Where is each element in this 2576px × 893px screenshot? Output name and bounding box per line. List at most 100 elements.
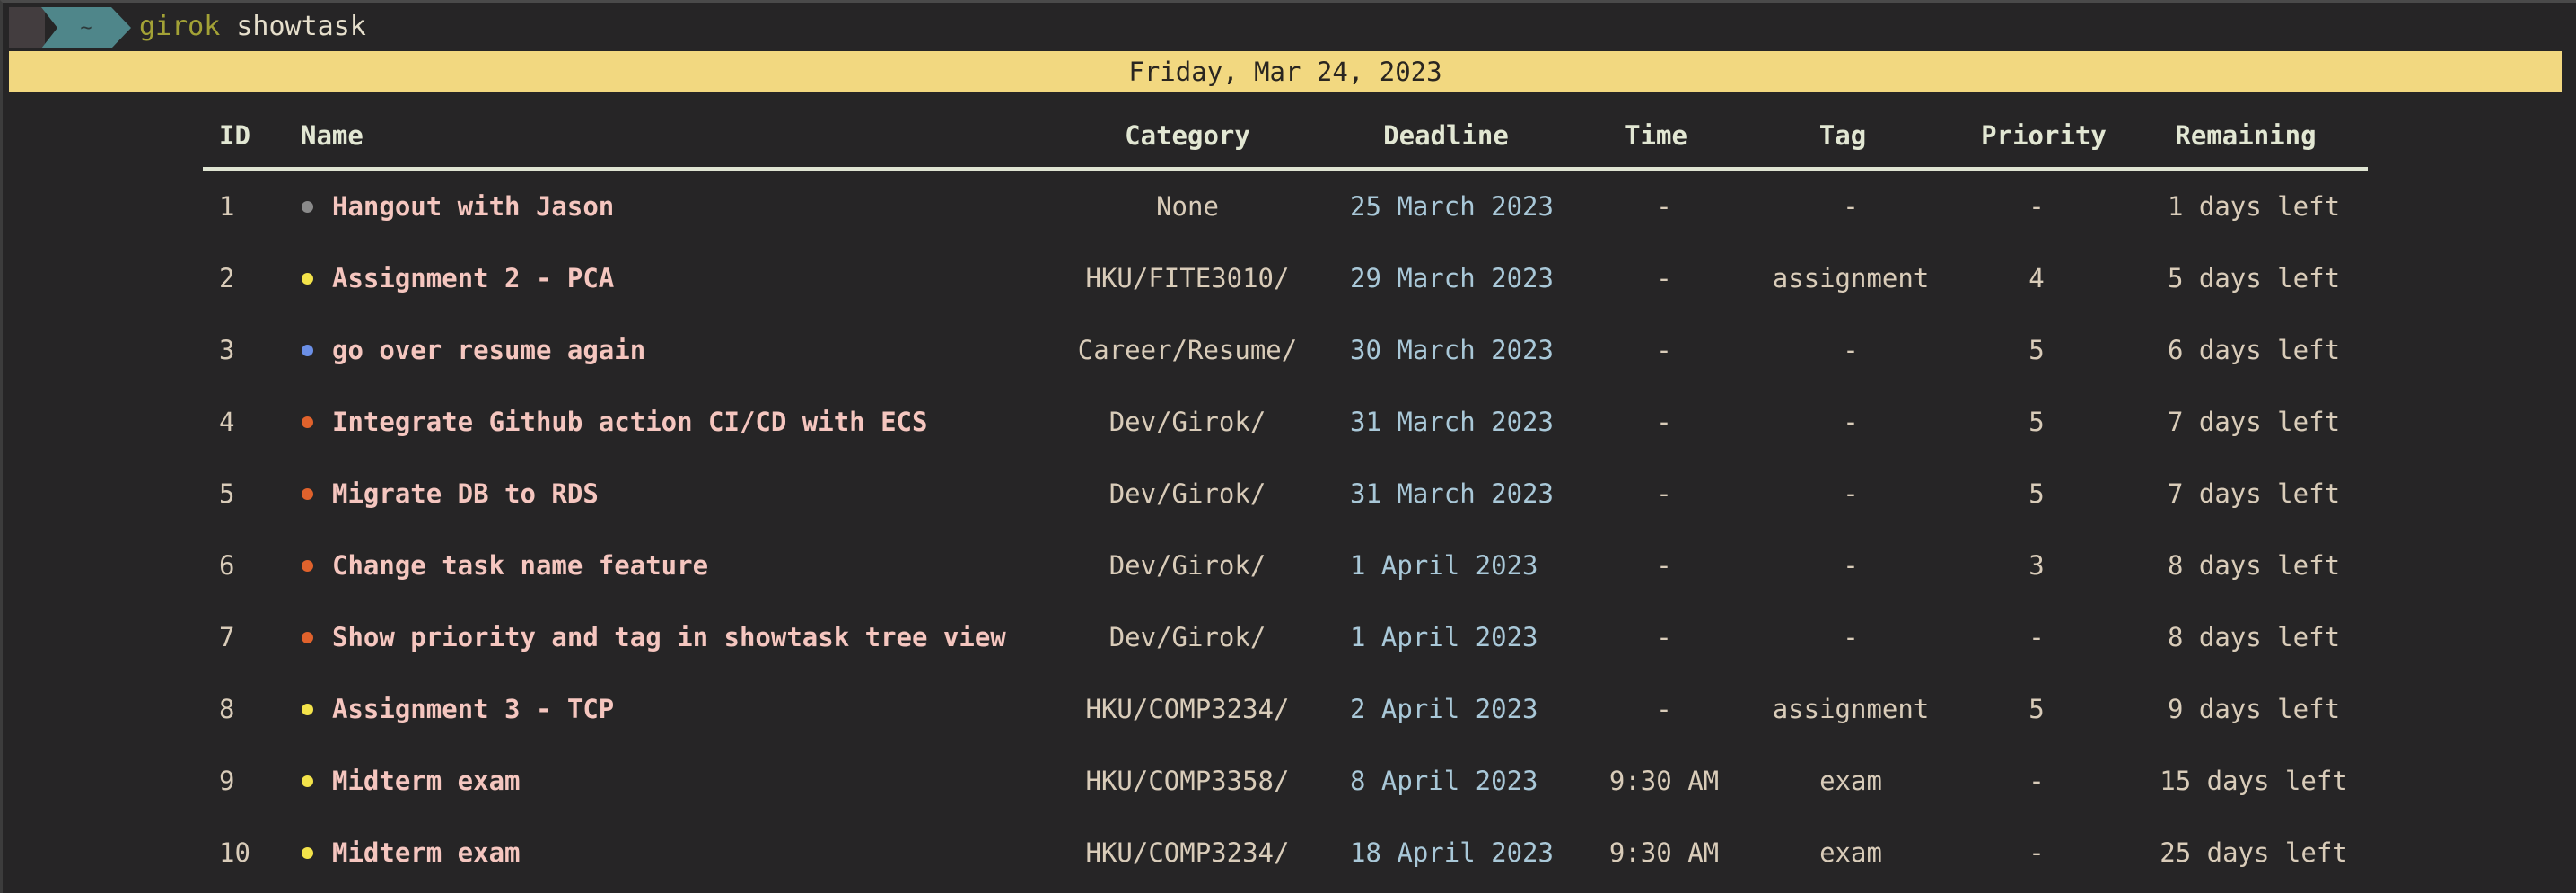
task-id: 3 (219, 335, 235, 365)
task-id: 5 (219, 478, 235, 509)
task-category: None (1156, 191, 1219, 222)
task-remaining: 7 days left (2167, 478, 2341, 509)
category-color-dot-icon (302, 345, 313, 356)
task-remaining: 15 days left (2160, 766, 2348, 796)
task-category: HKU/COMP3234/ (1085, 837, 1290, 868)
task-tag: exam (1819, 837, 1882, 868)
table-header: ID Name Category Deadline Time Tag Prior… (0, 115, 2576, 156)
task-deadline: 8 April 2023 (1350, 766, 1538, 796)
task-time: - (1656, 263, 1672, 293)
category-color-dot-icon (302, 847, 313, 859)
task-remaining: 6 days left (2167, 335, 2341, 365)
task-time: - (1656, 191, 1672, 222)
task-name: Assignment 3 - TCP (332, 694, 615, 724)
task-priority: 5 (2028, 694, 2045, 724)
date-banner-text: Friday, Mar 24, 2023 (1128, 57, 1442, 87)
task-deadline: 30 March 2023 (1350, 335, 1554, 365)
task-name: Migrate DB to RDS (332, 478, 599, 509)
task-row: 10 Midterm exam HKU/COMP3234/18 April 2023… (0, 832, 2576, 873)
task-tag: exam (1819, 766, 1882, 796)
task-priority: 5 (2028, 407, 2045, 437)
task-id: 4 (219, 407, 235, 437)
task-tag: - (1843, 335, 1859, 365)
category-color-dot-icon (302, 488, 313, 500)
task-remaining: 7 days left (2167, 407, 2341, 437)
command-binary: girok (139, 11, 221, 42)
task-id: 7 (219, 622, 235, 652)
column-header-category: Category (1125, 120, 1250, 151)
prompt-segment-context (9, 7, 45, 48)
task-deadline: 29 March 2023 (1350, 263, 1554, 293)
task-priority: - (2028, 622, 2045, 652)
task-time: 9:30 AM (1608, 766, 1720, 796)
task-deadline: 18 April 2023 (1350, 837, 1554, 868)
task-tag: - (1843, 478, 1859, 509)
task-priority: 3 (2028, 550, 2045, 581)
task-id: 9 (219, 766, 235, 796)
task-row: 3 go over resume again Career/Resume/30 Ma… (0, 329, 2576, 371)
category-color-dot-icon (302, 201, 313, 213)
task-category: Dev/Girok/ (1108, 622, 1266, 652)
task-priority: 5 (2028, 478, 2045, 509)
column-header-deadline: Deadline (1383, 120, 1509, 151)
task-priority: - (2028, 191, 2045, 222)
category-color-dot-icon (302, 416, 313, 428)
task-row: 1 Hangout with Jason None 25 March 2023 - - - 1… (0, 186, 2576, 227)
task-tag: assignment (1772, 694, 1930, 724)
task-priority: 4 (2028, 263, 2045, 293)
date-banner: Friday, Mar 24, 2023 (9, 51, 2562, 92)
task-id: 6 (219, 550, 235, 581)
task-name: Change task name feature (332, 550, 709, 581)
task-name: Midterm exam (332, 837, 521, 868)
task-time: - (1656, 550, 1672, 581)
task-tag: - (1843, 191, 1859, 222)
column-header-id: ID (219, 120, 250, 151)
header-divider (203, 167, 2368, 171)
task-remaining: 8 days left (2167, 622, 2341, 652)
task-tag: - (1843, 622, 1859, 652)
task-category: HKU/FITE3010/ (1085, 263, 1290, 293)
task-tag: - (1843, 407, 1859, 437)
task-time: 9:30 AM (1608, 837, 1720, 868)
task-name: Hangout with Jason (332, 191, 615, 222)
task-deadline: 1 April 2023 (1350, 550, 1538, 581)
task-remaining: 8 days left (2167, 550, 2341, 581)
task-category: Dev/Girok/ (1108, 407, 1266, 437)
task-row: 4 Integrate Github action CI/CD with ECS D… (0, 401, 2576, 442)
category-color-dot-icon (302, 560, 313, 572)
category-color-dot-icon (302, 632, 313, 643)
task-deadline: 2 April 2023 (1350, 694, 1538, 724)
task-deadline: 25 March 2023 (1350, 191, 1554, 222)
task-row: 5 Migrate DB to RDS Dev/Girok/31 March 202… (0, 473, 2576, 514)
task-category: Dev/Girok/ (1108, 478, 1266, 509)
task-deadline: 31 March 2023 (1350, 407, 1554, 437)
task-row: 2 Assignment 2 - PCA HKU/FITE3010/29 March… (0, 258, 2576, 299)
home-directory-symbol: ~ (80, 16, 92, 39)
task-id: 1 (219, 191, 235, 222)
task-category: HKU/COMP3358/ (1085, 766, 1290, 796)
task-tag: assignment (1772, 263, 1930, 293)
task-row: 7 Show priority and tag in showtask tree … (0, 617, 2576, 658)
task-remaining: 5 days left (2167, 263, 2341, 293)
task-deadline: 31 March 2023 (1350, 478, 1554, 509)
category-color-dot-icon (302, 775, 313, 787)
task-time: - (1656, 694, 1672, 724)
task-row: 9 Midterm exam HKU/COMP3358/8 April 2023 9:… (0, 760, 2576, 801)
task-name: Integrate Github action CI/CD with ECS (332, 407, 928, 437)
column-header-remaining: Remaining (2175, 120, 2317, 151)
task-priority: 5 (2028, 335, 2045, 365)
task-row: 8 Assignment 3 - TCP HKU/COMP3234/2 April … (0, 688, 2576, 730)
task-time: - (1656, 478, 1672, 509)
task-time: - (1656, 407, 1672, 437)
task-category: HKU/COMP3234/ (1085, 694, 1290, 724)
task-name: go over resume again (332, 335, 646, 365)
command-line: girok showtask (139, 11, 366, 42)
task-name: Assignment 2 - PCA (332, 263, 615, 293)
task-deadline: 1 April 2023 (1350, 622, 1538, 652)
task-priority: - (2028, 766, 2045, 796)
task-category: Dev/Girok/ (1108, 550, 1266, 581)
column-header-time: Time (1625, 120, 1687, 151)
task-name: Midterm exam (332, 766, 521, 796)
task-name: Show priority and tag in showtask tree v… (332, 622, 1006, 652)
task-id: 8 (219, 694, 235, 724)
